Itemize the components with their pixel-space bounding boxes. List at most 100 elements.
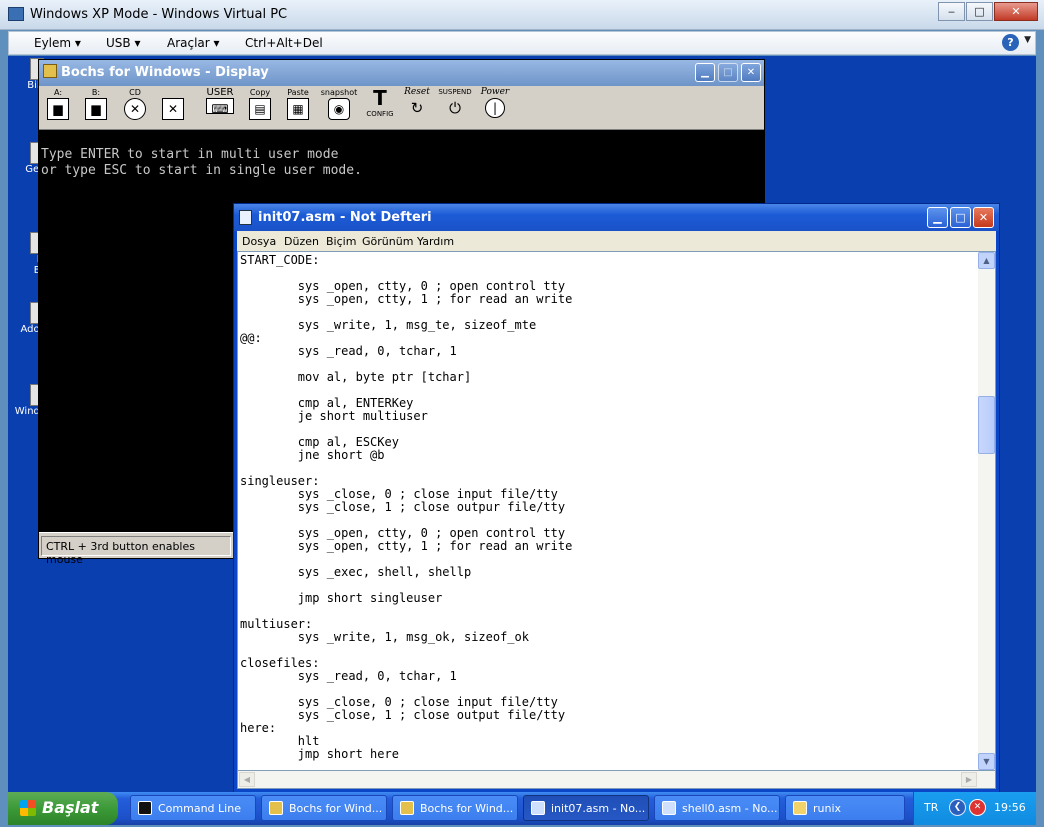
paste-icon: ▦ (287, 98, 309, 120)
code-line: je short multiuser (240, 409, 428, 423)
minimize-button[interactable]: ‒ (938, 2, 965, 21)
power-icon: | (485, 98, 505, 118)
code-line: jne short @b (240, 448, 385, 462)
floppy-icon: ▆ (85, 98, 107, 120)
system-tray: TR ❮ ✕ 19:56 (913, 792, 1036, 825)
notepad-text-area[interactable]: START_CODE: sys _open, ctty, 0 ; open co… (237, 251, 996, 771)
copy-button[interactable]: Copy ▤ (245, 88, 275, 126)
bochs-minimize-button[interactable]: ▁ (695, 63, 715, 82)
bochs-screen-line: or type ESC to start in single user mode… (41, 163, 362, 178)
code-line: sys _close, 1 ; close output file/tty (240, 708, 566, 722)
reset-button[interactable]: Reset ↻ (399, 88, 435, 126)
virtual-pc-title: Windows XP Mode - Windows Virtual PC (30, 7, 288, 22)
mouse-button[interactable]: ✕ (157, 88, 189, 126)
menu-araclar[interactable]: Araçlar ▾ (167, 36, 220, 50)
code-line: sys _write, 1, msg_te, sizeof_mte (240, 318, 537, 332)
power-button[interactable]: Power | (477, 88, 513, 126)
scroll-down-arrow-icon[interactable]: ▼ (978, 753, 995, 770)
bochs-icon (269, 801, 283, 815)
reset-icon: ↻ (410, 99, 424, 117)
suspend-button[interactable]: SUSPEND ⏻ (437, 88, 473, 126)
config-button[interactable]: T CONFIG (363, 88, 397, 126)
bochs-status-text: CTRL + 3rd button enables mouse (41, 536, 231, 566)
scroll-left-arrow-icon[interactable]: ◀ (239, 772, 255, 787)
scroll-thumb[interactable] (978, 396, 995, 454)
scroll-up-arrow-icon[interactable]: ▲ (978, 252, 995, 269)
paste-button[interactable]: Paste ▦ (283, 88, 313, 126)
scroll-right-arrow-icon[interactable]: ▶ (961, 772, 977, 787)
bochs-title: Bochs for Windows - Display (61, 65, 269, 80)
menu-duzen[interactable]: Düzen (284, 235, 319, 248)
code-line: mov al, byte ptr [tchar] (240, 370, 472, 384)
user-button[interactable]: USER ⌨ (203, 88, 237, 126)
security-alert-icon[interactable]: ✕ (969, 799, 986, 816)
code-line: sys _write, 1, msg_ok, sizeof_ok (240, 630, 529, 644)
bochs-titlebar[interactable]: Bochs for Windows - Display ▁ □ ✕ (39, 60, 764, 86)
code-line: START_CODE: (240, 253, 320, 267)
language-indicator[interactable]: TR (924, 801, 938, 814)
keyboard-icon: ⌨ (206, 98, 234, 116)
vertical-scrollbar[interactable]: ▲ ▼ (978, 252, 995, 770)
code-line: sys _exec, shell, shellp (240, 565, 472, 579)
horizontal-scrollbar[interactable]: ◀ ▶ (237, 771, 996, 789)
task-shell0-notepad[interactable]: shell0.asm - No... (654, 795, 780, 821)
clock: 19:56 (994, 801, 1026, 814)
expand-tray-icon[interactable]: ❮ (949, 799, 966, 816)
bochs-maximize-button[interactable]: □ (718, 63, 738, 82)
start-button[interactable]: Başlat (8, 792, 118, 825)
task-runix-folder[interactable]: runix (785, 795, 905, 821)
notepad-title: init07.asm - Not Defteri (258, 210, 432, 225)
task-command-line[interactable]: Command Line (130, 795, 256, 821)
menu-yardim[interactable]: Yardım (417, 235, 454, 248)
floppy-icon: ▆ (47, 98, 69, 120)
notepad-icon (531, 801, 545, 815)
code-line: sys _read, 0, tchar, 1 (240, 669, 457, 683)
menu-eylem[interactable]: Eylem ▾ (34, 36, 81, 50)
menu-gorunum[interactable]: Görünüm (362, 235, 413, 248)
menu-ctrl-alt-del[interactable]: Ctrl+Alt+Del (245, 36, 323, 50)
maximize-button[interactable]: □ (966, 2, 993, 21)
help-icon[interactable]: ? (1002, 34, 1019, 51)
menu-usb[interactable]: USB ▾ (106, 36, 140, 50)
menu-dosya[interactable]: Dosya (242, 235, 276, 248)
console-icon (138, 801, 152, 815)
cdrom-icon: ✕ (124, 98, 146, 120)
task-bochs-2[interactable]: Bochs for Wind... (392, 795, 518, 821)
bochs-screen-line: Type ENTER to start in multi user mode (41, 147, 339, 162)
folder-icon (793, 801, 807, 815)
virtual-pc-titlebar[interactable]: Windows XP Mode - Windows Virtual PC ‒ □… (0, 0, 1044, 30)
bochs-toolbar: A: ▆ B: ▆ CD ✕ ✕ USER ⌨ Copy ▤ Paste ▦ snapsho… (39, 86, 764, 130)
notepad-titlebar[interactable]: init07.asm - Not Defteri ▁ □ ✕ (234, 204, 999, 231)
suspend-icon: ⏻ (449, 99, 461, 117)
chevron-down-icon[interactable]: ▼ (1024, 35, 1031, 45)
snapshot-button[interactable]: snapshot ◉ (319, 88, 359, 126)
floppy-b-button[interactable]: B: ▆ (83, 88, 109, 126)
notepad-menubar: Dosya Düzen Biçim Görünüm Yardım (237, 231, 996, 251)
menu-bicim[interactable]: Biçim (326, 235, 356, 248)
notepad-close-button[interactable]: ✕ (973, 207, 994, 228)
task-bochs-1[interactable]: Bochs for Wind... (261, 795, 387, 821)
notepad-icon (239, 210, 252, 225)
notepad-maximize-button[interactable]: □ (950, 207, 971, 228)
notepad-icon (662, 801, 676, 815)
copy-icon: ▤ (249, 98, 271, 120)
code-line: sys _close, 1 ; close outpur file/tty (240, 500, 566, 514)
windows-flag-icon (20, 800, 36, 816)
code-line: here: (240, 721, 277, 735)
task-init07-notepad[interactable]: init07.asm - No... (523, 795, 649, 821)
cdrom-button[interactable]: CD ✕ (119, 88, 151, 126)
camera-icon: ◉ (328, 98, 350, 120)
bochs-icon (43, 64, 57, 78)
notepad-minimize-button[interactable]: ▁ (927, 207, 948, 228)
code-line: jmp short here (240, 747, 399, 761)
notepad-window: init07.asm - Not Defteri ▁ □ ✕ Dosya Düz… (233, 203, 1000, 793)
code-line: jmp short singleuser (240, 591, 443, 605)
floppy-a-button[interactable]: A: ▆ (45, 88, 71, 126)
code-line: sys _open, ctty, 1 ; for read an write (240, 292, 573, 306)
bochs-close-button[interactable]: ✕ (741, 63, 761, 82)
bochs-icon (400, 801, 414, 815)
close-button[interactable]: ✕ (994, 2, 1038, 21)
config-icon: T (373, 86, 387, 110)
